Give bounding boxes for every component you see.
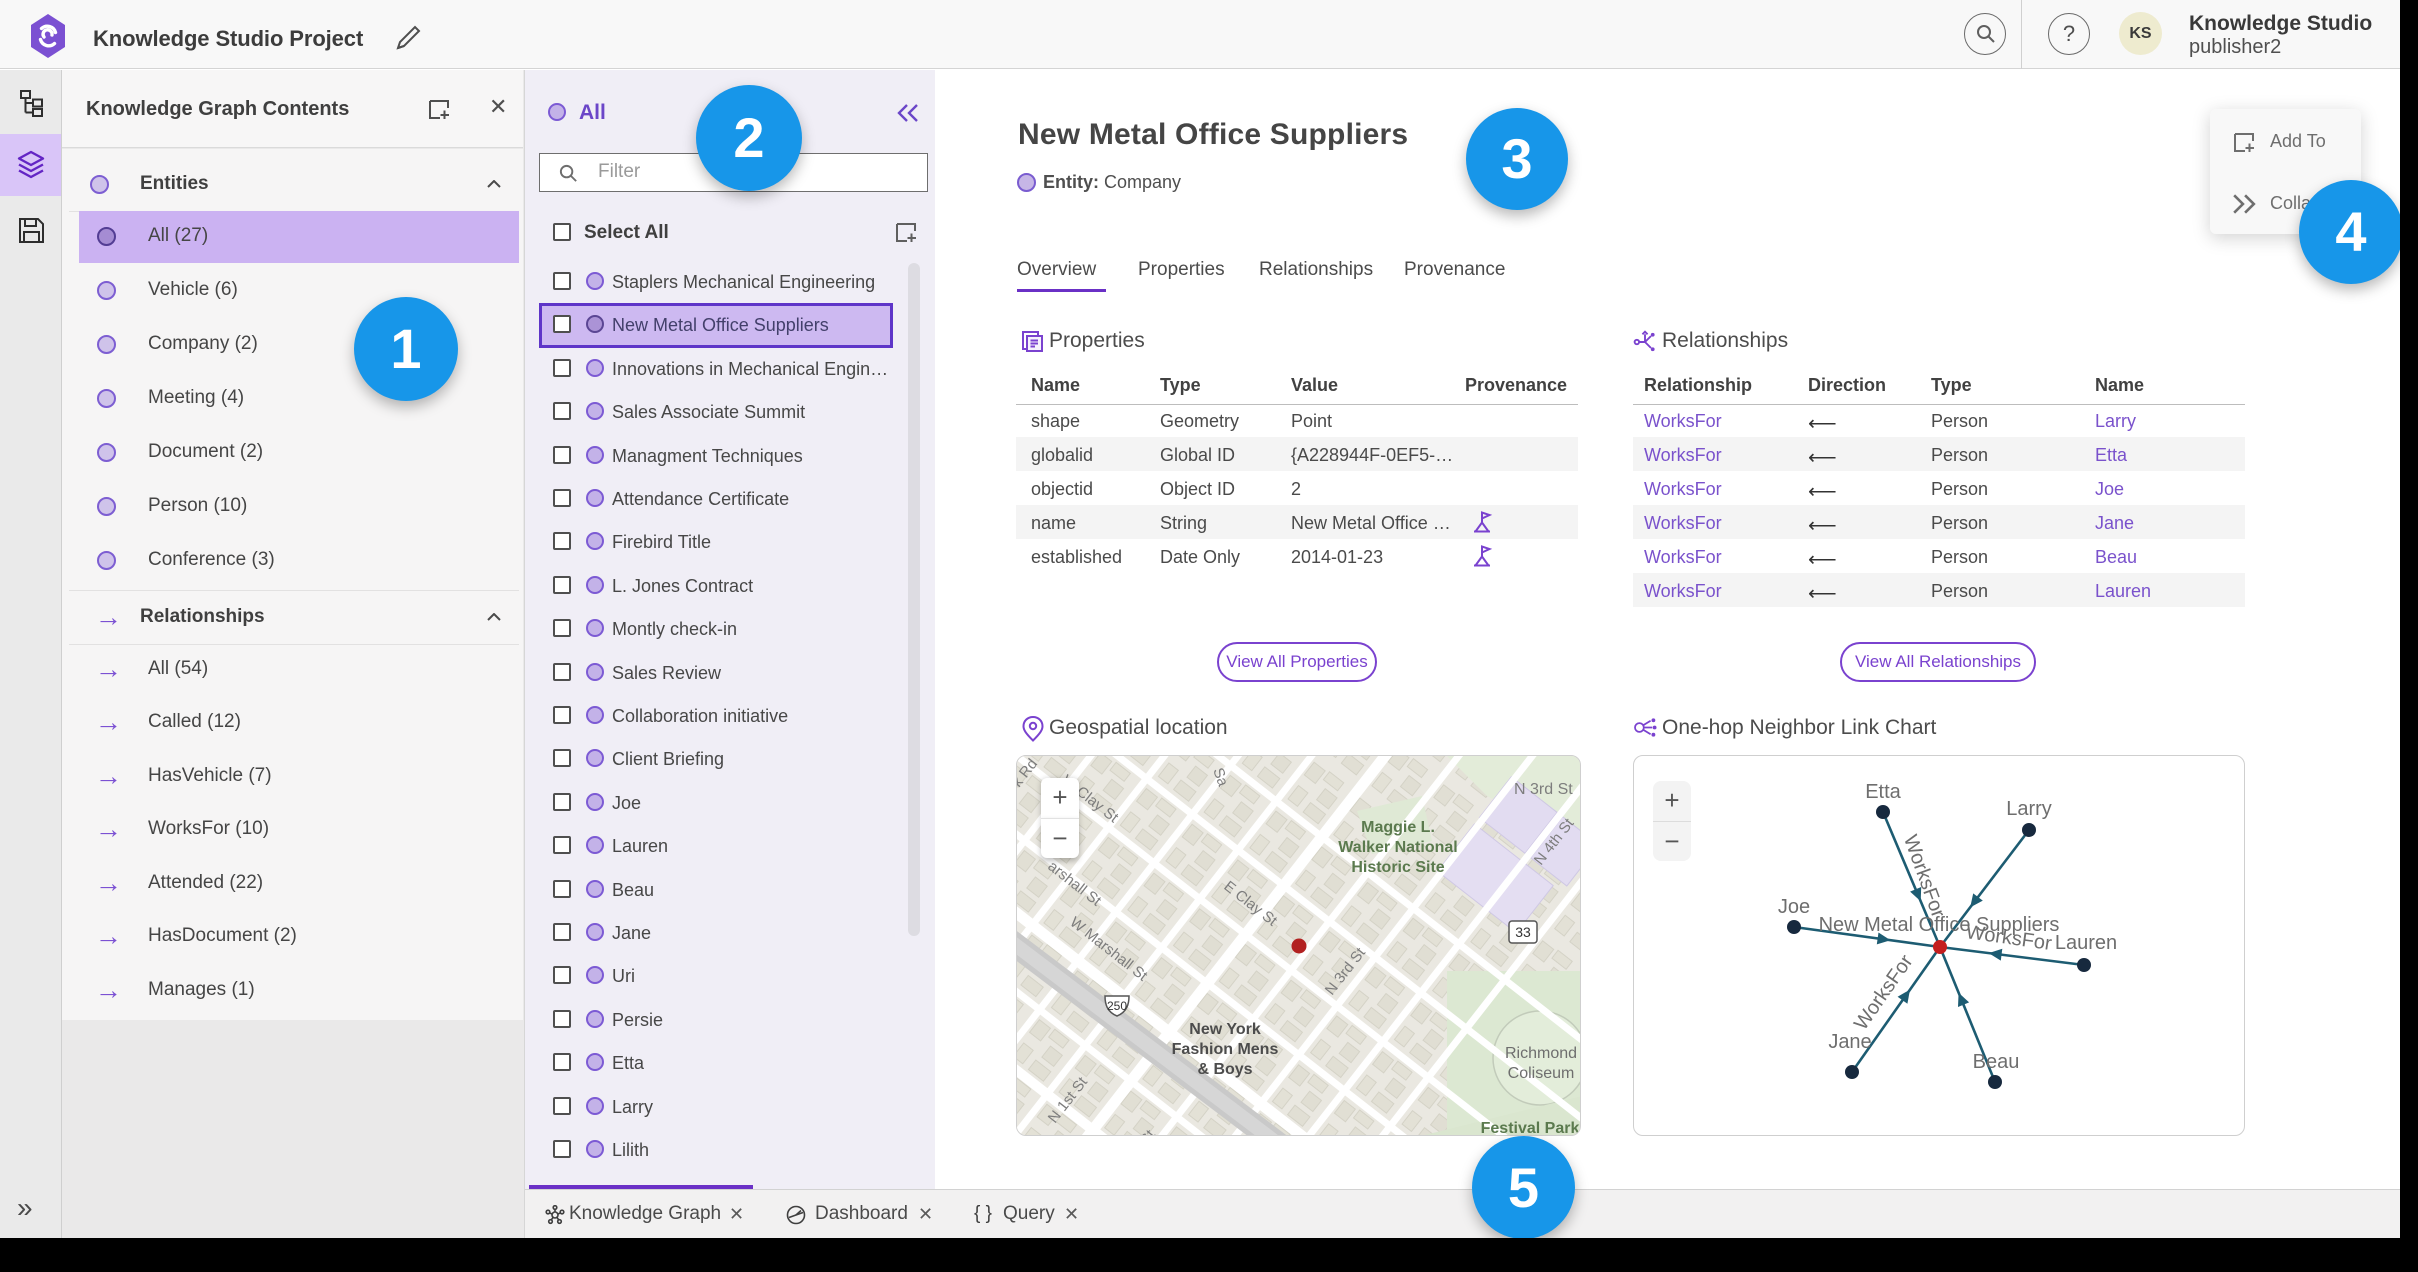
svg-text:33: 33 (1515, 924, 1531, 940)
svg-text:Historic Site: Historic Site (1351, 859, 1444, 876)
svg-text:Etta: Etta (1865, 781, 1901, 803)
svg-text:Festival Park: Festival Park (1481, 1120, 1580, 1136)
svg-text:N 3rd St: N 3rd St (1514, 781, 1573, 798)
svg-text:New York: New York (1189, 1021, 1261, 1038)
svg-text:Lauren: Lauren (2055, 932, 2117, 954)
svg-text:Maggie L.: Maggie L. (1361, 819, 1435, 836)
svg-text:Coliseum: Coliseum (1508, 1065, 1575, 1082)
svg-text:WorksFor: WorksFor (1899, 832, 1949, 921)
svg-text:Richmond: Richmond (1505, 1045, 1577, 1062)
svg-text:& Boys: & Boys (1197, 1061, 1252, 1078)
svg-text:Larry: Larry (2006, 798, 2052, 820)
svg-text:Beau: Beau (1973, 1051, 2020, 1073)
svg-text:Joe: Joe (1778, 896, 1810, 918)
svg-text:250: 250 (1107, 999, 1127, 1013)
svg-text:Jane: Jane (1828, 1031, 1871, 1053)
svg-text:Walker National: Walker National (1338, 839, 1457, 856)
svg-text:Fashion Mens: Fashion Mens (1172, 1041, 1279, 1058)
